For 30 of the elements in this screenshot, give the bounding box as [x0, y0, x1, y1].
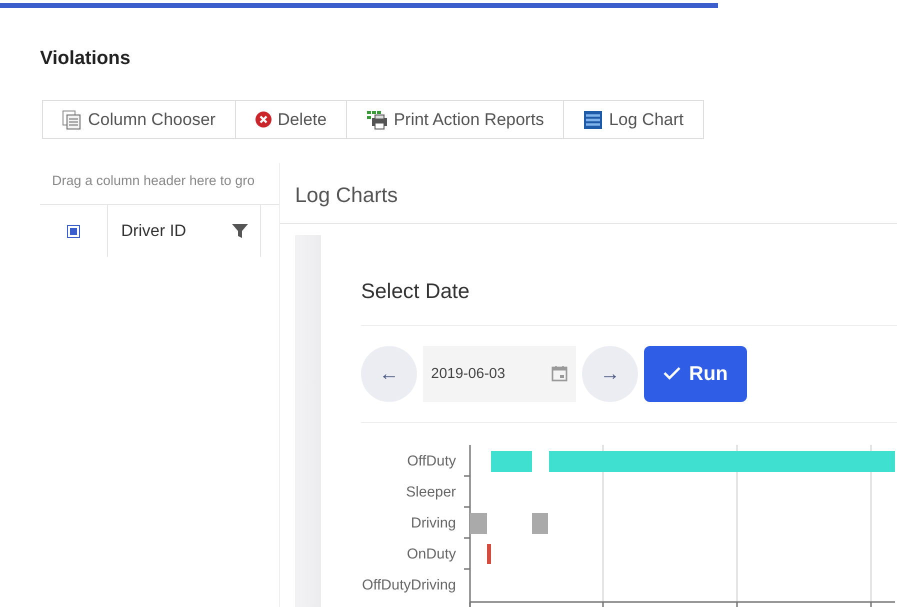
- toolbar-button[interactable]: Log Chart: [562, 100, 704, 139]
- calendar-icon[interactable]: [551, 365, 568, 382]
- panel-title: Log Charts: [280, 163, 897, 224]
- table-icon: [62, 110, 82, 130]
- toolbar-button[interactable]: Print Action Reports: [346, 100, 564, 139]
- toolbar-button[interactable]: Column Chooser: [42, 100, 236, 139]
- select-all-checkbox[interactable]: [67, 224, 80, 238]
- column-title: Driver ID: [121, 222, 186, 240]
- row-label: Sleeper: [406, 484, 456, 500]
- row-label: OnDuty: [406, 546, 456, 562]
- next-day-button[interactable]: →: [582, 346, 638, 402]
- close-icon: [254, 111, 272, 128]
- row-label: OffDuty: [407, 454, 456, 470]
- row-label: OffDutyDriving: [362, 578, 456, 594]
- filter-icon[interactable]: [232, 223, 248, 239]
- timeline-bar: [487, 544, 491, 564]
- timeline-bar: [470, 513, 487, 534]
- section-title: Select Date: [361, 280, 897, 326]
- timeline-bar: [491, 451, 532, 472]
- run-button[interactable]: Run: [644, 346, 747, 402]
- toolbar-button[interactable]: Delete: [234, 100, 347, 139]
- group-panel-hint: Drag a column header here to gro: [52, 173, 256, 190]
- printer-icon: [366, 110, 388, 130]
- date-field[interactable]: 2019-06-03: [423, 346, 576, 402]
- row-label: Driving: [410, 516, 456, 532]
- column-header[interactable]: Driver ID: [108, 205, 261, 257]
- previous-day-button[interactable]: ←: [361, 346, 417, 402]
- page-title: Violations: [40, 48, 132, 71]
- timeline-bar: [532, 513, 548, 534]
- list-icon: [582, 110, 603, 130]
